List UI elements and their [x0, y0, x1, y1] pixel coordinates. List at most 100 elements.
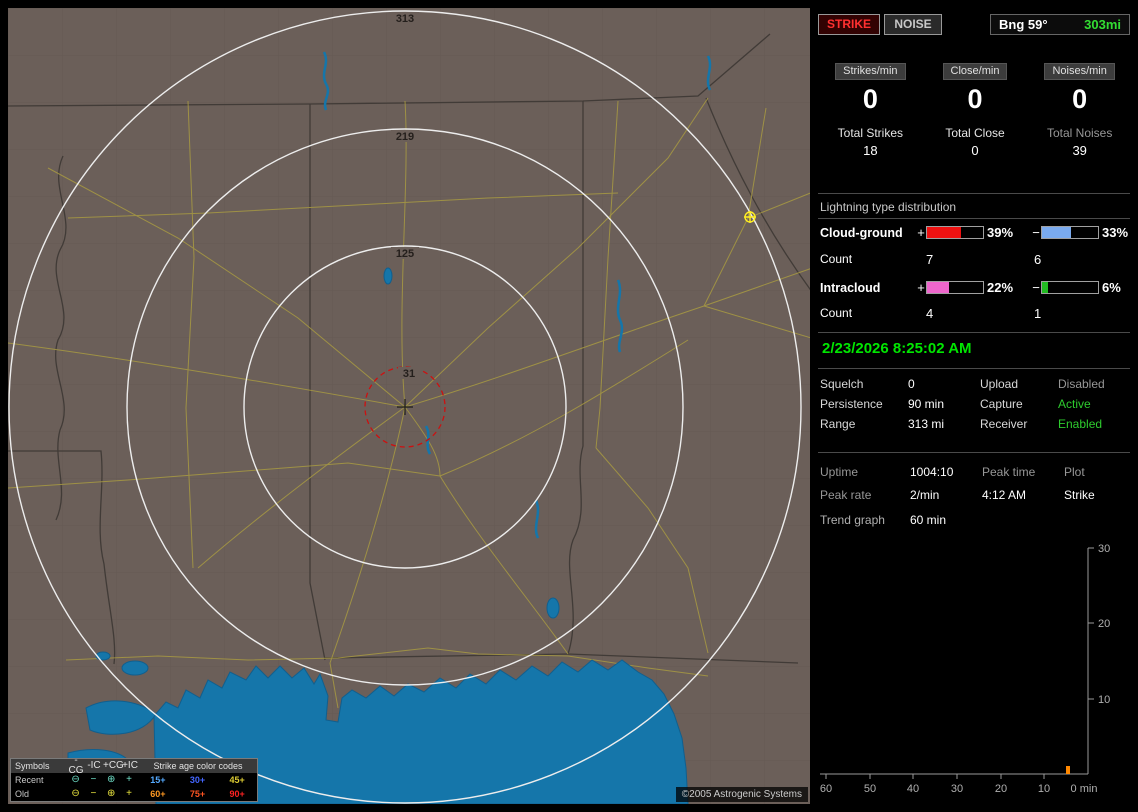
total-noises-label: Total Noises — [1046, 126, 1113, 140]
old-neg-ic-icon: − — [90, 788, 97, 799]
cg-positive-pct: 39% — [987, 225, 1014, 240]
strike-spike — [1066, 766, 1070, 774]
settings-row: Squelch 0 Upload Disabled — [820, 374, 1130, 394]
squelch-value: 0 — [908, 377, 915, 391]
close-counter: Close/min 0 Total Close 0 — [923, 63, 1028, 158]
minus-sign: − — [1032, 225, 1040, 240]
upload-label: Upload — [980, 377, 1019, 391]
age-30: 30+ — [189, 775, 206, 785]
capture-value: Active — [1058, 397, 1091, 411]
x-tick-10: 10 — [1038, 783, 1050, 795]
minus-sign: − — [1032, 280, 1040, 295]
total-close-value: 0 — [971, 143, 979, 158]
total-strikes-label: Total Strikes — [837, 126, 904, 140]
y-tick-10: 10 — [1098, 694, 1110, 706]
noises-per-min-value: 0 — [1072, 84, 1088, 114]
legend-col-pos-cg: +CG — [103, 760, 124, 771]
strikes-per-min-label: Strikes/min — [835, 63, 906, 80]
cg-positive-bar-fill — [927, 227, 961, 238]
count-label: Count — [820, 306, 853, 320]
ring-label-219: 219 — [396, 131, 414, 143]
settings-row: Range 313 mi Receiver Enabled — [820, 414, 1130, 434]
legend-age-header: Strike age color codes — [153, 761, 243, 771]
trend-graph-value: 60 min — [910, 513, 947, 527]
separator — [818, 452, 1130, 453]
plot-value: Strike — [1064, 487, 1095, 502]
peak-time-label: Peak time — [982, 464, 1036, 479]
age-15: 15+ — [150, 775, 166, 785]
separator — [818, 368, 1130, 369]
range-value: 313 mi — [908, 417, 945, 431]
recent-neg-cg-icon: ⊖ — [71, 774, 80, 785]
map-legend: Symbols -CG -IC +CG +IC Strike age color… — [10, 755, 258, 802]
cloud-ground-count-row: Count 7 6 — [820, 252, 1130, 267]
map-canvas: 313 219 125 31 — [8, 8, 810, 804]
peak-rate-value: 2/min — [910, 487, 940, 502]
bearing-value: Bng 59° — [999, 17, 1048, 32]
x-tick-30: 30 — [951, 783, 963, 795]
y-tick-30: 30 — [1098, 543, 1110, 555]
capture-label: Capture — [980, 397, 1023, 411]
ic-positive-bar-fill — [927, 282, 950, 293]
copyright-notice: ©2005 Astrogenic Systems — [675, 787, 808, 802]
ic-negative-count: 1 — [1034, 306, 1042, 321]
uptime-value: 1004:10 — [910, 464, 954, 479]
x-tick-60: 60 — [820, 783, 832, 795]
stats-row: Peak rate 2/min 4:12 AM Strike — [820, 483, 1130, 506]
legend-symbols-header: Symbols — [15, 761, 50, 771]
intracloud-label: Intracloud — [820, 280, 881, 295]
separator — [818, 332, 1130, 333]
trend-graph-axes — [820, 547, 1094, 779]
squelch-label: Squelch — [820, 377, 864, 391]
cg-negative-count: 6 — [1034, 252, 1042, 267]
plus-sign: + — [917, 225, 925, 240]
receiver-label: Receiver — [980, 417, 1028, 431]
trend-graph-label: Trend graph — [820, 513, 885, 527]
cg-positive-bar — [926, 226, 984, 239]
ic-negative-bar-fill — [1042, 282, 1049, 293]
total-noises-value: 39 — [1072, 143, 1087, 158]
cloud-ground-label: Cloud-ground — [820, 225, 903, 240]
y-tick-20: 20 — [1098, 618, 1110, 630]
old-pos-ic-icon: + — [126, 788, 132, 799]
strikes-counter: Strikes/min 0 Total Strikes 18 — [818, 63, 923, 158]
legend-old-row: Old ⊖ − ⊕ + 60+ 75+ 90+ — [11, 787, 257, 801]
recent-neg-ic-icon: − — [90, 774, 97, 785]
cg-negative-pct: 33% — [1102, 225, 1129, 240]
persistence-label: Persistence — [820, 397, 883, 411]
plot-label: Plot — [1064, 464, 1085, 479]
cg-negative-bar-fill — [1042, 227, 1071, 238]
trend-graph: 30 20 10 60 50 40 30 20 10 0 min — [820, 543, 1110, 795]
trend-graph-labels: 30 20 10 60 50 40 30 20 10 0 min — [820, 543, 1110, 795]
legend-col-pos-ic: +IC — [122, 760, 138, 771]
cg-negative-bar — [1041, 226, 1099, 239]
legend-col-neg-ic: -IC — [87, 760, 101, 771]
rate-counters: Strikes/min 0 Total Strikes 18 Close/min… — [818, 63, 1132, 158]
ic-negative-bar — [1041, 281, 1099, 294]
distance-value: 303mi — [1084, 17, 1121, 32]
plus-sign: + — [917, 280, 925, 295]
peak-time-value: 4:12 AM — [982, 487, 1027, 502]
receiver-value: Enabled — [1058, 417, 1103, 431]
strike-button[interactable]: STRIKE — [818, 14, 880, 35]
ic-positive-bar — [926, 281, 984, 294]
noise-button[interactable]: NOISE — [884, 14, 942, 35]
settings-section: Squelch 0 Upload Disabled Persistence 90… — [820, 374, 1130, 434]
legend-col-neg-cg: -CG — [68, 755, 84, 776]
upload-value: Disabled — [1058, 377, 1105, 391]
ring-label-31: 31 — [403, 368, 415, 380]
noises-per-min-label: Noises/min — [1044, 63, 1115, 80]
x-tick-20: 20 — [995, 783, 1007, 795]
legend-header-row: Symbols -CG -IC +CG +IC Strike age color… — [11, 755, 257, 776]
x-tick-40: 40 — [907, 783, 919, 795]
age-75: 75+ — [189, 789, 206, 799]
right-panel: STRIKE NOISE Bng 59° 303mi Strikes/min 0… — [818, 8, 1132, 804]
trend-graph-row: Trend graph 60 min — [820, 513, 1130, 527]
recent-pos-cg-icon: ⊕ — [107, 774, 116, 785]
separator — [818, 193, 1130, 194]
close-per-min-value: 0 — [967, 84, 983, 114]
ic-positive-count: 4 — [926, 306, 934, 321]
uptime-label: Uptime — [820, 464, 859, 479]
total-close-label: Total Close — [945, 126, 1005, 140]
age-45: 45+ — [229, 775, 245, 785]
